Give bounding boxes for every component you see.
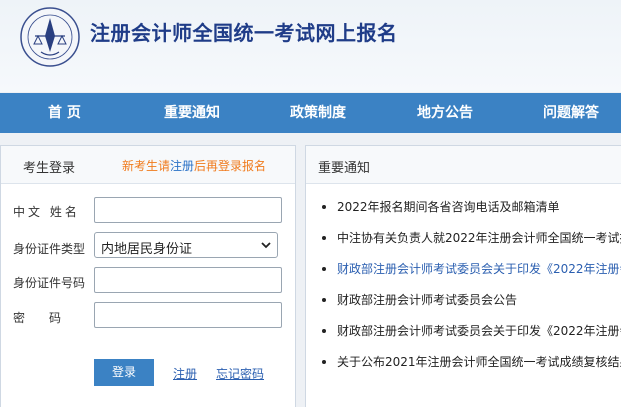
notice-panel-header: 重要通知: [306, 146, 621, 184]
notice-item-text: 2022年报名期间各省咨询电话及邮箱清单: [337, 200, 560, 214]
site-title: 注册会计师全国统一考试网上报名: [90, 21, 398, 45]
bullet-icon: [322, 205, 326, 209]
notice-item[interactable]: 财政部注册会计师考试委员会关于印发《2022年注册会: [306, 258, 621, 289]
notice-item[interactable]: 中注协有关负责人就2022年注册会计师全国统一考试报: [306, 227, 621, 258]
nav-home[interactable]: 首 页: [48, 93, 81, 133]
site-header: 注册会计师全国统一考试网上报名: [0, 0, 621, 92]
notice-item[interactable]: 财政部注册会计师考试委员会关于印发《2022年注册会: [306, 320, 621, 351]
login-button[interactable]: 登录: [94, 359, 154, 386]
id-type-select[interactable]: 内地居民身份证: [94, 232, 278, 258]
notice-list: 2022年报名期间各省咨询电话及邮箱清单 中注协有关负责人就2022年注册会计师…: [306, 196, 621, 382]
id-type-value: 内地居民身份证: [101, 242, 193, 257]
bullet-icon: [322, 329, 326, 333]
forgot-password-link[interactable]: 忘记密码: [216, 365, 264, 382]
nav-local-announcements[interactable]: 地方公告: [417, 93, 473, 133]
notice-panel: 重要通知 2022年报名期间各省咨询电话及邮箱清单 中注协有关负责人就2022年…: [305, 145, 621, 407]
notice-item-text: 财政部注册会计师考试委员会关于印发《2022年注册会: [337, 262, 621, 276]
id-type-label: 身份证件类型: [13, 242, 86, 256]
bullet-icon: [322, 298, 326, 302]
login-panel: 考生登录 新考生请注册后再登录报名 中文 姓名 身份证件类型 内地居民身份证 身…: [0, 145, 296, 407]
login-title: 考生登录: [23, 161, 76, 176]
cicpa-logo-icon: [20, 7, 80, 67]
notice-item-text: 财政部注册会计师考试委员会关于印发《2022年注册会: [337, 324, 621, 338]
register-link[interactable]: 注册: [173, 365, 197, 382]
tip-text-before: 新考生请: [122, 159, 171, 173]
tip-text-after: 后再登录报名: [194, 159, 267, 173]
nav-important-notices[interactable]: 重要通知: [164, 93, 220, 133]
password-input[interactable]: [94, 302, 282, 328]
bullet-icon: [322, 236, 326, 240]
id-number-label: 身份证件号码: [13, 276, 86, 290]
notice-item[interactable]: 财政部注册会计师考试委员会公告: [306, 289, 621, 320]
name-label: 中文 姓名: [13, 205, 80, 219]
chevron-down-icon: [261, 242, 271, 249]
notice-item-text: 财政部注册会计师考试委员会公告: [337, 293, 518, 307]
password-label: 密 码: [13, 311, 62, 325]
notice-title: 重要通知: [318, 161, 371, 176]
notice-item-text: 中注协有关负责人就2022年注册会计师全国统一考试报: [337, 231, 621, 245]
login-panel-header: 考生登录 新考生请注册后再登录报名: [1, 146, 295, 184]
main-nav: 首 页 重要通知 政策制度 地方公告 问题解答: [0, 93, 621, 133]
name-input[interactable]: [94, 197, 282, 223]
notice-item[interactable]: 2022年报名期间各省咨询电话及邮箱清单: [306, 196, 621, 227]
bullet-icon: [322, 360, 326, 364]
id-number-input[interactable]: [94, 267, 282, 293]
tip-register-link[interactable]: 注册: [170, 159, 194, 173]
notice-item-text: 关于公布2021年注册会计师全国统一考试成绩复核结果: [337, 355, 621, 369]
new-candidate-tip: 新考生请注册后再登录报名: [122, 157, 266, 174]
nav-policy[interactable]: 政策制度: [290, 93, 346, 133]
bullet-icon: [322, 267, 326, 271]
nav-faq[interactable]: 问题解答: [543, 93, 599, 133]
notice-item[interactable]: 关于公布2021年注册会计师全国统一考试成绩复核结果: [306, 351, 621, 382]
